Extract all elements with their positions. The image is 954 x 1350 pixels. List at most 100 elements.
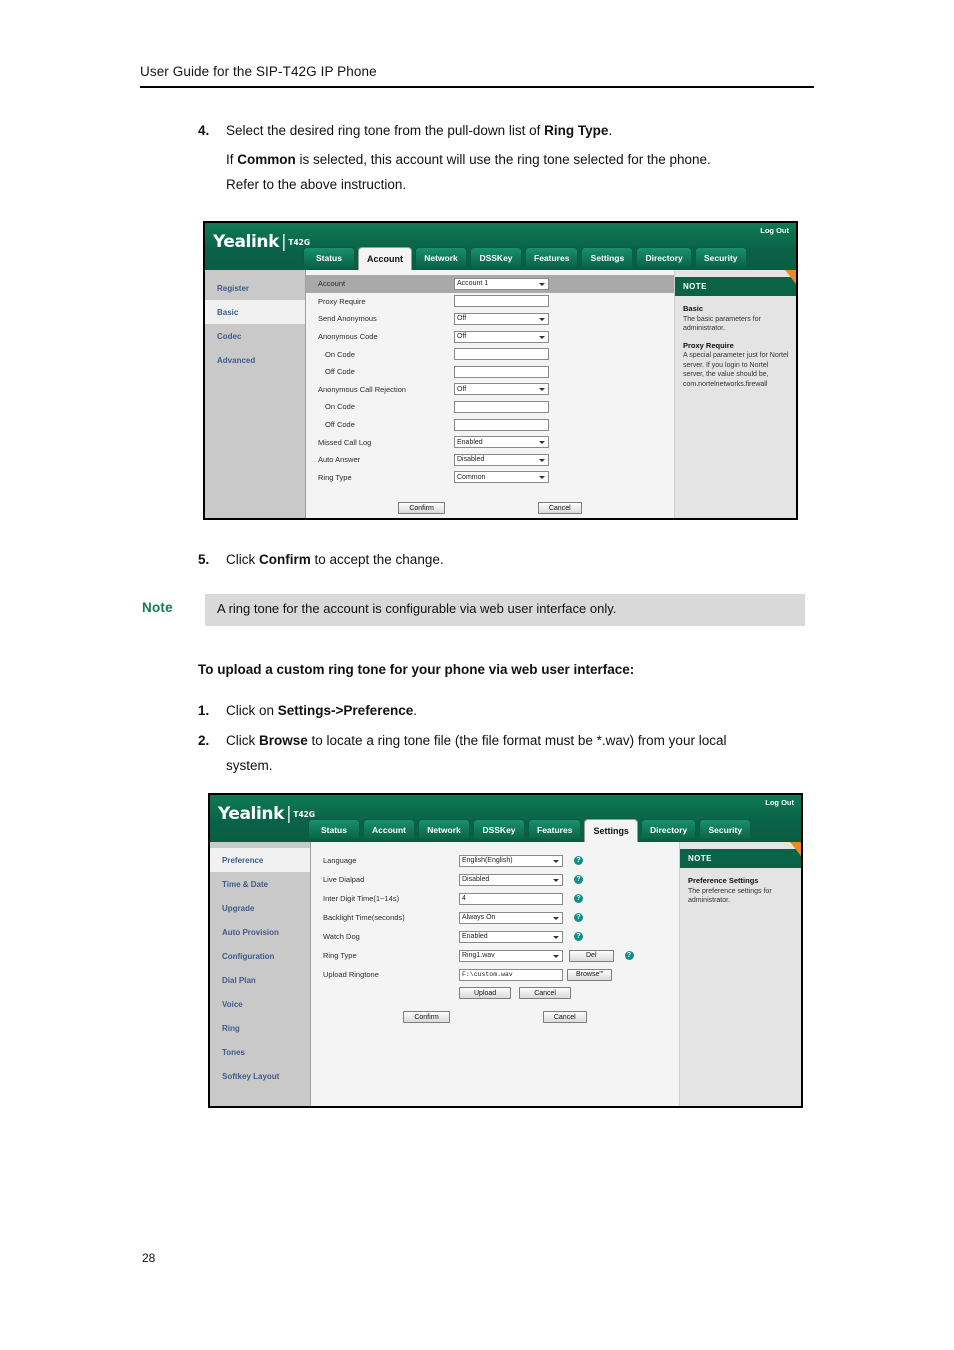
form-row-anonymous-call-rejection: Anonymous Call Rejection Off (306, 381, 674, 399)
sidebar-item-codec[interactable]: Codec (205, 324, 305, 348)
sidebar-item-softkey-layout[interactable]: Softkey Layout (210, 1064, 310, 1088)
tab-network[interactable]: Network (415, 247, 467, 267)
step-2-bottom: 2. Click Browse to locate a ring tone fi… (198, 728, 818, 778)
tab-features[interactable]: Features (525, 247, 579, 267)
sidebar-item-auto-provision[interactable]: Auto Provision (210, 920, 310, 944)
select-ring-type-settings[interactable]: Ring1.wav (459, 949, 563, 962)
select-backlight-time[interactable]: Always On (459, 911, 563, 924)
step-4-line2-post: is selected, this account will use the r… (295, 152, 711, 167)
select-live-dialpad[interactable]: Disabled (459, 873, 563, 886)
help-icon-watch-dog[interactable]: ? (574, 932, 583, 941)
brand-name: Yealink (213, 232, 280, 252)
select-anonymous-call-rejection[interactable]: Off (454, 383, 549, 396)
label-missed-call-log: Missed Call Log (318, 437, 372, 447)
sidebar-item-ring[interactable]: Ring (210, 1016, 310, 1040)
select-send-anonymous[interactable]: Off (454, 312, 549, 325)
tab-account-2[interactable]: Account (363, 819, 415, 839)
input-proxy-require[interactable] (454, 295, 549, 308)
tab-features-2[interactable]: Features (528, 819, 582, 839)
note-block-proxy-require: Proxy Require A special parameter just f… (683, 341, 789, 390)
browse-term: Browse (259, 733, 308, 748)
select-anonymous-code[interactable]: Off (454, 330, 549, 343)
logout-link[interactable]: Log Out (760, 226, 789, 235)
sidebar-item-basic[interactable]: Basic (205, 300, 305, 324)
sidebar-item-advanced[interactable]: Advanced (205, 348, 305, 372)
page-number: 28 (142, 1251, 156, 1265)
confirm-button[interactable]: Confirm (398, 502, 445, 515)
sidebar-item-upgrade[interactable]: Upgrade (210, 896, 310, 920)
tab-security-2[interactable]: Security (699, 819, 752, 839)
form-row-inter-digit-time: Inter Digit Time(1~14s) 4 ? (311, 889, 679, 908)
sidebar-item-configuration[interactable]: Configuration (210, 944, 310, 968)
upload-cancel-button[interactable]: Cancel (519, 987, 571, 999)
help-icon-ring-type[interactable]: ? (624, 951, 634, 960)
label-live-dialpad: Live Dialpad (323, 875, 365, 884)
step-5-number: 5. (198, 552, 210, 567)
input-on-code-1[interactable] (454, 348, 549, 361)
input-on-code-2[interactable] (454, 400, 549, 413)
select-language[interactable]: English(English) (459, 854, 563, 867)
step-1-number: 1. (198, 703, 210, 718)
select-watch-dog[interactable]: Enabled (459, 930, 563, 943)
label-on-code-2: On Code (325, 402, 356, 412)
help-icon-language[interactable]: ? (574, 856, 583, 865)
label-anonymous-call-rejection: Anonymous Call Rejection (318, 384, 406, 394)
document-page: User Guide for the SIP-T42G IP Phone 4. … (0, 0, 954, 1350)
input-off-code-2[interactable] (454, 418, 549, 431)
sidebar-item-voice[interactable]: Voice (210, 992, 310, 1016)
step-1-pre: Click on (226, 703, 278, 718)
brand-separator-2: | (286, 804, 292, 824)
tab-status-2[interactable]: Status (308, 819, 360, 839)
tab-dsskey-2[interactable]: DSSKey (473, 819, 525, 839)
help-icon-live-dialpad[interactable]: ? (574, 875, 583, 884)
input-upload-ringtone[interactable]: F:\custom.wav (459, 968, 563, 981)
step-5: 5. Click Confirm to accept the change. (198, 547, 818, 572)
sidebar-item-tones[interactable]: Tones (210, 1040, 310, 1064)
preference-term: Preference (343, 703, 414, 718)
note-block-basic: Basic The basic parameters for administr… (683, 304, 789, 334)
sidebar-item-register[interactable]: Register (205, 276, 305, 300)
sidebar-item-time-date[interactable]: Time & Date (210, 872, 310, 896)
input-off-code-1[interactable] (454, 365, 549, 378)
tab-dsskey[interactable]: DSSKey (470, 247, 522, 267)
sidebar-item-preference[interactable]: Preference (210, 848, 310, 872)
logout-link-2[interactable]: Log Out (765, 798, 794, 807)
select-ring-type[interactable]: Common (454, 471, 549, 484)
label-anonymous-code: Anonymous Code (318, 332, 378, 342)
help-icon-inter-digit-time[interactable]: ? (574, 894, 583, 903)
tab-security[interactable]: Security (694, 247, 747, 267)
settings-form-actions: Confirm Cancel (311, 1011, 679, 1023)
sidebar-item-dial-plan[interactable]: Dial Plan (210, 968, 310, 992)
step-4: 4. Select the desired ring tone from the… (198, 118, 818, 197)
browse-button[interactable]: Browse"' (567, 968, 613, 981)
tab-settings-2[interactable]: Settings (584, 819, 638, 842)
label-account: Account (318, 279, 346, 289)
label-inter-digit-time: Inter Digit Time(1~14s) (323, 894, 400, 903)
tab-network-2[interactable]: Network (418, 819, 470, 839)
help-icon-backlight-time[interactable]: ? (574, 913, 583, 922)
step-4-line2-pre: If (226, 152, 238, 167)
confirm-button-2[interactable]: Confirm (403, 1011, 450, 1023)
tab-directory-2[interactable]: Directory (640, 819, 697, 839)
select-auto-answer[interactable]: Disabled (454, 453, 549, 466)
tab-status[interactable]: Status (303, 247, 355, 267)
tab-settings[interactable]: Settings (581, 247, 634, 267)
step-5-pre: Click (226, 552, 259, 567)
input-inter-digit-time[interactable]: 4 (459, 892, 563, 905)
select-account[interactable]: Account 1 (454, 277, 549, 290)
step-4-line1-post: . (608, 123, 613, 138)
step-2-line2: system. (226, 758, 273, 773)
del-ringtone-button[interactable]: Del (569, 949, 614, 962)
note-panel-header: NOTE (675, 270, 796, 296)
cancel-button-2[interactable]: Cancel (542, 1011, 587, 1023)
ring-type-term: Ring Type (544, 123, 609, 138)
tab-directory[interactable]: Directory (636, 247, 692, 267)
tab-account[interactable]: Account (358, 247, 412, 270)
note-label: Note (142, 600, 173, 615)
step-4-number: 4. (198, 123, 210, 138)
form-row-proxy-require: Proxy Require (306, 293, 674, 311)
cancel-button[interactable]: Cancel (537, 502, 582, 515)
select-missed-call-log[interactable]: Enabled (454, 436, 549, 449)
upload-button[interactable]: Upload (459, 987, 512, 999)
form-row-ring-type: Ring Type Common (306, 469, 674, 487)
